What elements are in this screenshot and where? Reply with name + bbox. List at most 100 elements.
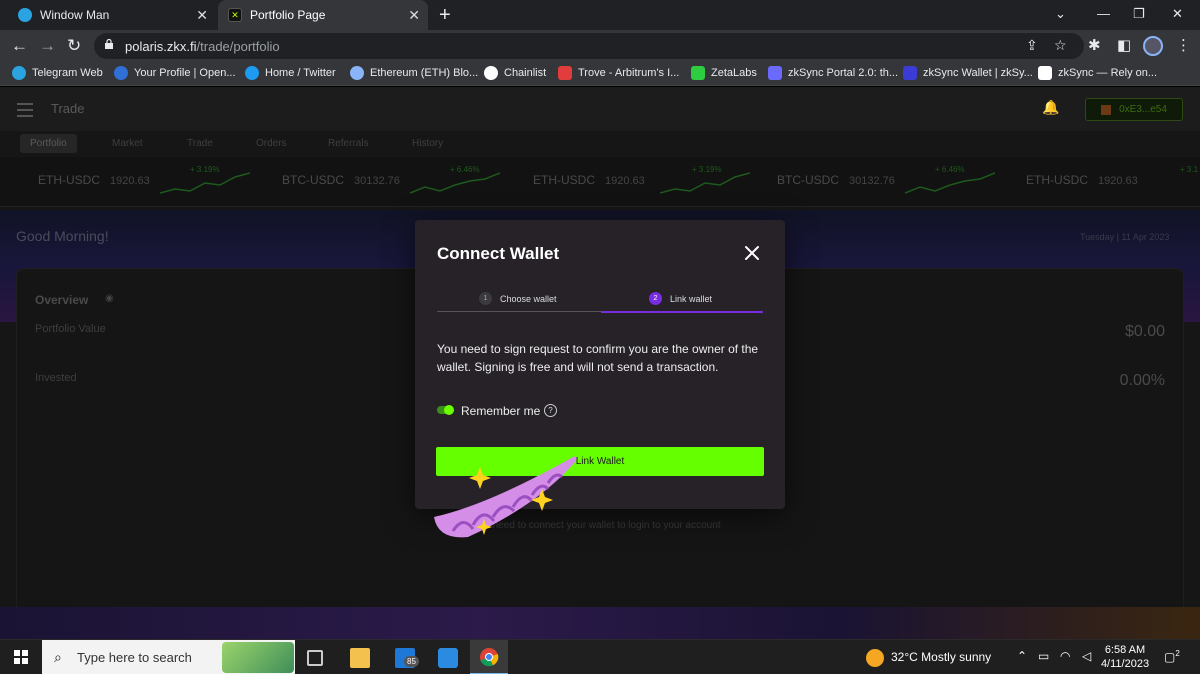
- portfolio-value-label: Portfolio Value: [35, 323, 106, 335]
- toggle-knob: [444, 405, 454, 415]
- sparkline: [660, 172, 750, 194]
- tab-referrals[interactable]: Referrals: [318, 134, 379, 153]
- price-ticker: ETH-USDC 1920.63 + 3.19% BTC-USDC 30132.76…: [0, 157, 1200, 207]
- address-bar-row: ← → ↻ polaris.zkx.fi/trade/portfolio ⇪ ☆…: [0, 30, 1200, 62]
- notifications-icon[interactable]: ▢2: [1164, 649, 1180, 664]
- volume-icon[interactable]: ◁: [1082, 649, 1091, 663]
- battery-icon[interactable]: ▭: [1038, 649, 1049, 663]
- app-top-nav: Trade 🔔 0xE3...e54: [0, 87, 1200, 131]
- tab-trade[interactable]: Trade: [177, 134, 223, 153]
- bookmark-profile[interactable]: Your Profile | Open...: [114, 66, 236, 80]
- bookmark-favicon: [114, 66, 128, 80]
- bookmark-trove[interactable]: Trove - Arbitrum's I...: [558, 66, 679, 80]
- menu-kebab-icon[interactable]: ⋮: [1176, 36, 1191, 54]
- bookmark-zksync-rely[interactable]: zkSync — Rely on...: [1038, 66, 1157, 80]
- bookmark-etherscan[interactable]: Ethereum (ETH) Blo...: [350, 66, 478, 80]
- etherscan-icon: [350, 66, 364, 80]
- overview-title: Overview: [35, 293, 89, 307]
- search-placeholder: Type here to search: [77, 650, 192, 665]
- tab-history[interactable]: History: [402, 134, 453, 153]
- bookmark-favicon: [12, 66, 26, 80]
- hamburger-menu-icon[interactable]: [17, 103, 33, 121]
- bookmark-zetalabs[interactable]: ZetaLabs: [691, 66, 757, 80]
- bookmarks-bar: Telegram Web Your Profile | Open... Home…: [0, 62, 1200, 86]
- page-tabs: Portfolio Market Trade Orders Referrals …: [0, 131, 1200, 155]
- taskbar-search[interactable]: ⌕ Type here to search: [42, 640, 295, 674]
- tab-portfolio[interactable]: Portfolio: [20, 134, 77, 153]
- task-view-icon[interactable]: [307, 650, 323, 666]
- metamask-icon: [1101, 104, 1112, 115]
- forward-icon[interactable]: →: [39, 36, 56, 56]
- chrome-taskbar-button[interactable]: [470, 640, 508, 674]
- step-choose-wallet[interactable]: 1 Choose wallet: [479, 292, 557, 305]
- restore-icon[interactable]: ❐: [1133, 6, 1145, 22]
- bell-icon[interactable]: 🔔: [1042, 99, 1059, 116]
- close-tab-icon[interactable]: ✕: [196, 7, 208, 24]
- help-icon[interactable]: ?: [544, 404, 557, 417]
- unicorn-horn-graphic: [434, 456, 577, 538]
- step-label: Link wallet: [670, 293, 713, 304]
- modal-title: Connect Wallet: [437, 244, 560, 263]
- sparkline: [905, 172, 995, 194]
- ticker-item[interactable]: ETH-USDC 1920.63: [1026, 173, 1138, 187]
- omnibox[interactable]: polaris.zkx.fi/trade/portfolio ⇪ ☆: [94, 33, 1084, 59]
- side-panel-icon[interactable]: ◧: [1117, 36, 1131, 54]
- bookmark-zksync-portal[interactable]: zkSync Portal 2.0: th...: [768, 66, 898, 80]
- tray-chevron-icon[interactable]: ⌃: [1017, 649, 1027, 663]
- notification-count: 2: [1175, 649, 1180, 658]
- weather-text[interactable]: 32°C Mostly sunny: [891, 650, 991, 664]
- sparkline: [160, 172, 250, 194]
- portfolio-value: $0.00: [1124, 323, 1165, 340]
- bookmark-twitter[interactable]: Home / Twitter: [245, 66, 336, 80]
- tab-search-icon[interactable]: ⌄: [1055, 6, 1066, 22]
- back-icon[interactable]: ←: [11, 36, 28, 56]
- chainlist-icon: [484, 66, 498, 80]
- close-window-icon[interactable]: ✕: [1172, 6, 1183, 22]
- chrome-icon: [480, 648, 499, 667]
- wallet-address-button[interactable]: 0xE3...e54: [1085, 98, 1183, 121]
- zetalabs-icon: [691, 66, 705, 80]
- close-icon[interactable]: [743, 244, 761, 262]
- bookmark-telegram[interactable]: Telegram Web: [12, 66, 103, 80]
- store-icon[interactable]: [438, 648, 458, 668]
- greeting-text: Good Morning!: [16, 228, 109, 244]
- ticker-item[interactable]: BTC-USDC 30132.76: [777, 173, 895, 187]
- polaris-icon: ✕: [228, 8, 242, 22]
- new-tab-button[interactable]: +: [439, 4, 451, 27]
- extensions-icon[interactable]: ✱: [1088, 36, 1101, 54]
- tab-market[interactable]: Market: [102, 134, 153, 153]
- tab-title: Window Man: [40, 8, 110, 22]
- step-number: 1: [479, 292, 492, 305]
- step-link-wallet[interactable]: 2 Link wallet: [649, 292, 712, 305]
- remember-me-toggle[interactable]: [437, 405, 454, 415]
- reload-icon[interactable]: ↻: [67, 36, 81, 56]
- zksync-icon: [1038, 66, 1052, 80]
- step-divider: [437, 311, 601, 312]
- weather-sun-icon[interactable]: [866, 649, 884, 667]
- wifi-icon[interactable]: ◠: [1060, 649, 1070, 663]
- minimize-icon[interactable]: —: [1097, 6, 1110, 21]
- invested-value: 0.00%: [1119, 372, 1165, 389]
- lock-icon: [105, 39, 113, 49]
- ticker-item[interactable]: ETH-USDC 1920.63: [533, 173, 645, 187]
- taskbar-clock[interactable]: 6:58 AM 4/11/2023: [1097, 643, 1153, 671]
- step-number: 2: [649, 292, 662, 305]
- bookmark-chainlist[interactable]: Chainlist: [484, 66, 546, 80]
- tab-window-man[interactable]: Window Man ✕: [8, 0, 216, 30]
- windows-taskbar: ⌕ Type here to search 85 32°C Mostly sun…: [0, 639, 1200, 674]
- clock-time: 6:58 AM: [1104, 644, 1146, 656]
- bookmark-star-icon[interactable]: ☆: [1054, 37, 1067, 54]
- tab-orders[interactable]: Orders: [246, 134, 297, 153]
- profile-avatar[interactable]: [1143, 36, 1163, 56]
- bookmark-zksync-wallet[interactable]: zkSync Wallet | zkSy...: [903, 66, 1033, 80]
- close-tab-icon[interactable]: ✕: [408, 7, 420, 24]
- telegram-icon: [18, 8, 32, 22]
- file-explorer-icon[interactable]: [350, 648, 370, 668]
- tab-portfolio-page[interactable]: ✕ Portfolio Page ✕: [218, 0, 428, 30]
- windows-start-icon[interactable]: [14, 650, 28, 664]
- ticker-item[interactable]: BTC-USDC 30132.76: [282, 173, 400, 187]
- ticker-item[interactable]: ETH-USDC 1920.63: [38, 173, 150, 187]
- nav-title: Trade: [51, 101, 85, 116]
- eye-icon[interactable]: ◉: [105, 293, 114, 304]
- share-icon[interactable]: ⇪: [1026, 37, 1038, 54]
